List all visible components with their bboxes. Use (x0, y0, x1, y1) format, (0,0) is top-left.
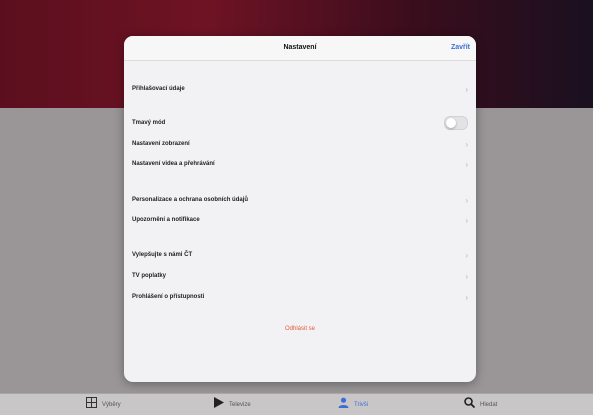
row-dark-mode: Tmavý mód (124, 114, 476, 132)
row-label: Tmavý mód (132, 120, 166, 126)
row-label: Nastavení zobrazení (132, 141, 190, 147)
search-icon (464, 397, 476, 412)
tab-hledat[interactable]: Hledat (464, 397, 497, 412)
row-login-details[interactable]: Přihlašovací údaje › (124, 80, 476, 98)
row-label: Prohlášení o přístupnosti (132, 294, 205, 300)
logout-button[interactable]: Odhlásit se (124, 326, 476, 332)
tab-label: Trivši (354, 401, 369, 408)
chevron-right-icon: › (465, 159, 468, 169)
row-label: TV poplatky (132, 273, 167, 279)
bottom-tab-bar: Výběry Televize Trivši Hledat (0, 393, 593, 415)
row-notifications[interactable]: Upozornění a notifikace › (124, 211, 476, 229)
row-label: Přihlašovací údaje (132, 86, 185, 92)
tab-label: Televize (229, 401, 251, 408)
chevron-right-icon: › (465, 139, 468, 149)
chevron-right-icon: › (465, 292, 468, 302)
tab-vybery[interactable]: Výběry (86, 397, 121, 412)
row-label: Nastavení videa a přehrávání (132, 161, 215, 167)
tab-profile[interactable]: Trivši (338, 397, 368, 412)
chevron-right-icon: › (465, 271, 468, 281)
row-accessibility-statement[interactable]: Prohlášení o přístupnosti › (124, 288, 476, 306)
modal-header: Nastavení Zavřít (124, 36, 476, 61)
tab-label: Výběry (102, 401, 121, 408)
settings-modal: Nastavení Zavřít Přihlašovací údaje › Tm… (124, 36, 476, 382)
row-label: Upozornění a notifikace (132, 217, 200, 223)
person-icon (338, 397, 349, 412)
close-button[interactable]: Zavřít (451, 44, 470, 51)
row-improve-with-us[interactable]: Vylepšujte s námi ČT › (124, 246, 476, 264)
tab-televize[interactable]: Televize (214, 397, 251, 412)
chevron-right-icon: › (465, 84, 468, 94)
play-icon (214, 397, 224, 412)
row-label: Vylepšujte s námi ČT (132, 252, 193, 258)
modal-title: Nastavení (283, 44, 317, 51)
chevron-right-icon: › (465, 215, 468, 225)
dark-mode-toggle[interactable] (444, 116, 468, 130)
chevron-right-icon: › (465, 195, 468, 205)
chevron-right-icon: › (465, 250, 468, 260)
row-video-playback-settings[interactable]: Nastavení videa a přehrávání › (124, 155, 476, 173)
row-privacy[interactable]: Personalizace a ochrana osobních údajů › (124, 191, 476, 209)
grid-icon (86, 397, 97, 412)
row-display-settings[interactable]: Nastavení zobrazení › (124, 135, 476, 153)
row-label: Personalizace a ochrana osobních údajů (132, 197, 249, 203)
toggle-knob (446, 118, 456, 128)
row-tv-fees[interactable]: TV poplatky › (124, 267, 476, 285)
tab-label: Hledat (480, 401, 498, 408)
